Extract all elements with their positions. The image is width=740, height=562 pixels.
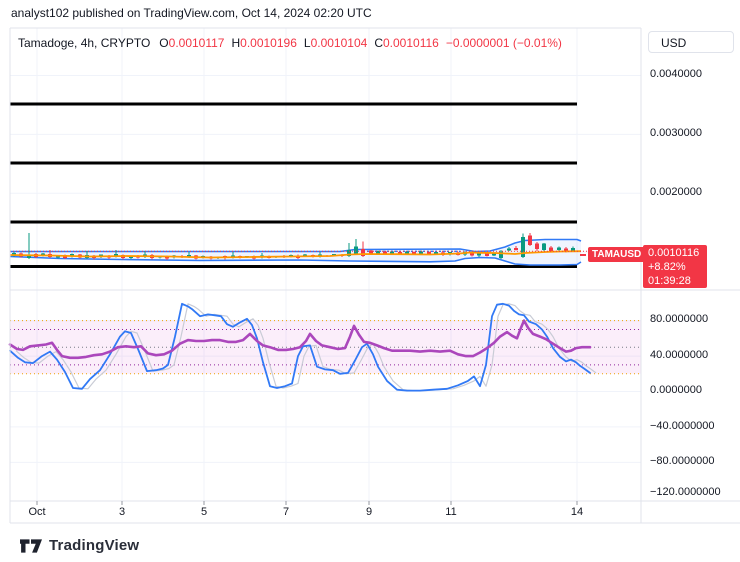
pane-separator[interactable] bbox=[10, 289, 740, 292]
currency-button[interactable]: USD bbox=[648, 31, 734, 53]
tradingview-logo[interactable]: TradingView bbox=[20, 537, 139, 554]
ohlc-open: O0.0010117 bbox=[159, 36, 225, 50]
axis-label: 0.0040000 bbox=[650, 68, 702, 80]
time-axis-label: Oct bbox=[28, 506, 46, 518]
time-axis-label: 14 bbox=[570, 506, 584, 518]
badge-price: 0.0010116 bbox=[648, 247, 700, 259]
time-axis-label: 7 bbox=[282, 506, 290, 518]
axis-label: 0.0020000 bbox=[650, 186, 702, 198]
axis-label: 40.0000000 bbox=[650, 349, 709, 361]
time-axis-label: 11 bbox=[445, 506, 457, 518]
tradingview-icon bbox=[20, 538, 42, 553]
time-axis-label: 5 bbox=[200, 506, 208, 518]
symbol-title[interactable]: Tamadoge, 4h, CRYPTO bbox=[18, 36, 150, 50]
badge-countdown: 01:39:28 bbox=[648, 275, 691, 287]
tradingview-snapshot: analyst102 published on TradingView.com,… bbox=[0, 0, 740, 562]
time-axis-label: 9 bbox=[365, 506, 373, 518]
axis-label: −40.0000000 bbox=[650, 420, 715, 432]
chart-canvas[interactable] bbox=[0, 0, 740, 562]
series-price-label: TAMAUSD bbox=[579, 247, 646, 262]
badge-change: +8.82% bbox=[648, 261, 686, 273]
axis-label: −120.0000000 bbox=[650, 486, 721, 498]
axis-label: 0.0000000 bbox=[650, 384, 702, 396]
ohlc-high: H0.0010196 bbox=[231, 36, 297, 50]
change-value: −0.0000001 (−0.01%) bbox=[445, 36, 562, 50]
ohlc-close: C0.0010116 bbox=[374, 36, 439, 50]
axis-label: 0.0030000 bbox=[650, 127, 702, 139]
time-axis[interactable]: Oct 3 5 7 9 11 14 bbox=[10, 501, 740, 523]
ohlc-low: L0.0010104 bbox=[303, 36, 368, 50]
frame-borders bbox=[9, 27, 740, 524]
chart-legend: Tamadoge, 4h, CRYPTO O0.0010117 H0.0010196… bbox=[18, 36, 562, 50]
last-price-badge: 0.0010116 +8.82% 01:39:28 bbox=[643, 245, 707, 288]
axis-label: −80.0000000 bbox=[650, 455, 715, 467]
tradingview-wordmark: TradingView bbox=[49, 537, 140, 554]
time-axis-label: 3 bbox=[118, 506, 126, 518]
axis-label: 80.0000000 bbox=[650, 313, 709, 325]
trend-lines bbox=[10, 102, 577, 268]
